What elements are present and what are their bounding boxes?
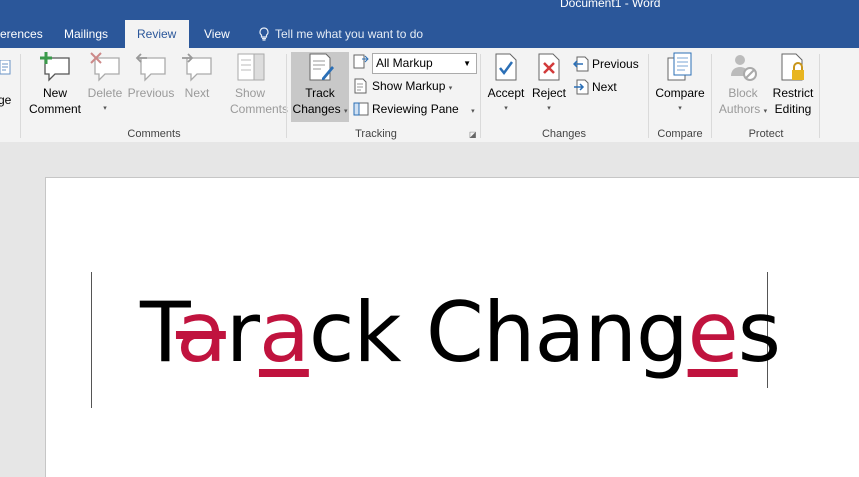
delete-comment-icon: [90, 52, 120, 82]
ribbon: ge New Comment Delete ▾ Previous Next Sh…: [0, 48, 859, 143]
compare-group-label: Compare: [657, 128, 703, 140]
next-comment-label: Next: [184, 86, 210, 100]
accept-button[interactable]: Accept ▾: [486, 52, 526, 117]
accept-label: Accept: [487, 86, 525, 100]
next-change-label: Next: [592, 80, 617, 94]
reject-button[interactable]: Reject ▾: [530, 52, 568, 117]
tracking-group-label: Tracking: [355, 128, 397, 140]
track-changes-label-2: Changes ▾: [292, 102, 348, 116]
protect-group-label: Protect: [748, 128, 784, 140]
previous-comment-label: Previous: [127, 86, 175, 100]
text-segment: ck Chang: [308, 284, 689, 381]
delete-comment-button[interactable]: Delete ▾: [86, 52, 124, 117]
comments-group-label: Comments: [127, 128, 181, 140]
show-markup-label: Show Markup: [372, 79, 446, 93]
delete-dropdown-arrow: ▾: [103, 105, 107, 112]
tracking-dialog-launcher[interactable]: ◪: [469, 130, 477, 139]
display-for-review-icon: [353, 54, 369, 69]
deleted-text: a: [175, 284, 227, 381]
window-title: Document1 - Word: [560, 0, 661, 10]
track-changes-button[interactable]: Track Changes ▾: [291, 52, 349, 120]
next-comment-button[interactable]: Next: [179, 52, 215, 101]
inserted-text: e: [687, 284, 739, 381]
tab-mailings[interactable]: Mailings: [52, 20, 120, 48]
group-separator: [648, 54, 649, 138]
compare-button[interactable]: Compare ▾: [652, 52, 708, 117]
compare-label: Compare: [655, 86, 705, 100]
block-authors-button[interactable]: Block Authors ▾: [716, 52, 770, 120]
ribbon-tab-bar: erences Mailings Review View Tell me wha…: [0, 20, 859, 48]
new-comment-button[interactable]: New Comment: [27, 52, 83, 117]
tab-references[interactable]: erences: [0, 20, 55, 48]
new-comment-icon: [40, 52, 70, 82]
show-comments-icon: [237, 53, 265, 81]
inserted-text: a: [258, 284, 310, 381]
next-change-button[interactable]: Next: [573, 77, 617, 97]
compare-dropdown-arrow: ▾: [678, 105, 682, 112]
title-bar: Document1 - Word: [0, 0, 859, 20]
restrict-editing-label-2: Editing: [774, 102, 812, 116]
proofing-icon: [0, 59, 14, 76]
previous-comment-icon: [135, 53, 166, 82]
chevron-down-icon: ▼: [463, 59, 471, 68]
restrict-editing-label-1: Restrict: [772, 86, 814, 100]
track-changes-label-1: Track: [305, 86, 335, 100]
change-bar: [91, 272, 92, 408]
block-authors-label-1: Block: [728, 86, 758, 100]
markup-dropdown[interactable]: All Markup ▼: [372, 53, 477, 74]
group-separator: [819, 54, 820, 138]
markup-dropdown-value: All Markup: [376, 56, 433, 70]
accept-dropdown-arrow: ▾: [504, 105, 508, 112]
group-separator: [480, 54, 481, 138]
show-comments-label-2: Comments: [230, 102, 289, 116]
previous-change-button[interactable]: Previous: [573, 54, 639, 74]
group-separator: [711, 54, 712, 138]
restrict-editing-icon: [781, 53, 804, 81]
track-changes-label-text: Changes: [292, 102, 341, 116]
document-text[interactable]: Tarack Changes: [140, 284, 781, 381]
show-markup-icon: [354, 78, 367, 94]
show-comments-button[interactable]: Show Comments: [230, 52, 289, 117]
previous-change-icon: [573, 56, 589, 72]
new-comment-label-1: New: [42, 86, 67, 100]
show-comments-label-1: Show: [234, 86, 266, 100]
block-authors-icon: [731, 55, 757, 81]
reject-icon: [538, 53, 560, 81]
show-markup-button[interactable]: Show Markup ▾: [353, 76, 452, 96]
restrict-editing-button[interactable]: Restrict Editing: [770, 52, 816, 117]
lightbulb-icon: [259, 27, 269, 41]
reject-dropdown-arrow: ▾: [547, 105, 551, 112]
text-segment: r: [225, 284, 260, 381]
next-change-icon: [574, 79, 589, 95]
block-authors-label-2: Authors ▾: [718, 102, 768, 116]
tab-view[interactable]: View: [192, 20, 242, 48]
proofing-partial-button[interactable]: ge: [0, 59, 14, 107]
tell-me-text: Tell me what you want to do: [275, 27, 424, 41]
reviewing-pane-label: Reviewing Pane: [372, 102, 459, 116]
reject-label: Reject: [531, 86, 566, 100]
new-comment-label-2: Comment: [28, 102, 81, 116]
changes-group-label: Changes: [541, 128, 587, 140]
reviewing-pane-arrow: ▾: [471, 108, 475, 115]
block-authors-label-text: Authors: [718, 102, 761, 116]
next-comment-icon: [182, 53, 212, 82]
show-markup-arrow: ▾: [448, 85, 453, 92]
reviewing-pane-button[interactable]: Reviewing Pane ▾: [353, 99, 475, 119]
group-separator: [286, 54, 287, 138]
track-changes-icon: [309, 53, 334, 81]
text-segment: s: [737, 284, 781, 381]
proofing-partial-label: ge: [0, 93, 12, 107]
group-separator: [20, 54, 21, 138]
reviewing-pane-icon: [353, 102, 369, 116]
accept-icon: [495, 53, 517, 81]
previous-change-label: Previous: [592, 57, 639, 71]
delete-comment-label: Delete: [87, 86, 123, 100]
text-segment: T: [140, 284, 177, 381]
tell-me-box[interactable]: Tell me what you want to do: [258, 20, 423, 48]
previous-comment-button[interactable]: Previous: [127, 52, 175, 101]
tab-review[interactable]: Review: [125, 20, 189, 48]
compare-icon: [667, 52, 692, 81]
